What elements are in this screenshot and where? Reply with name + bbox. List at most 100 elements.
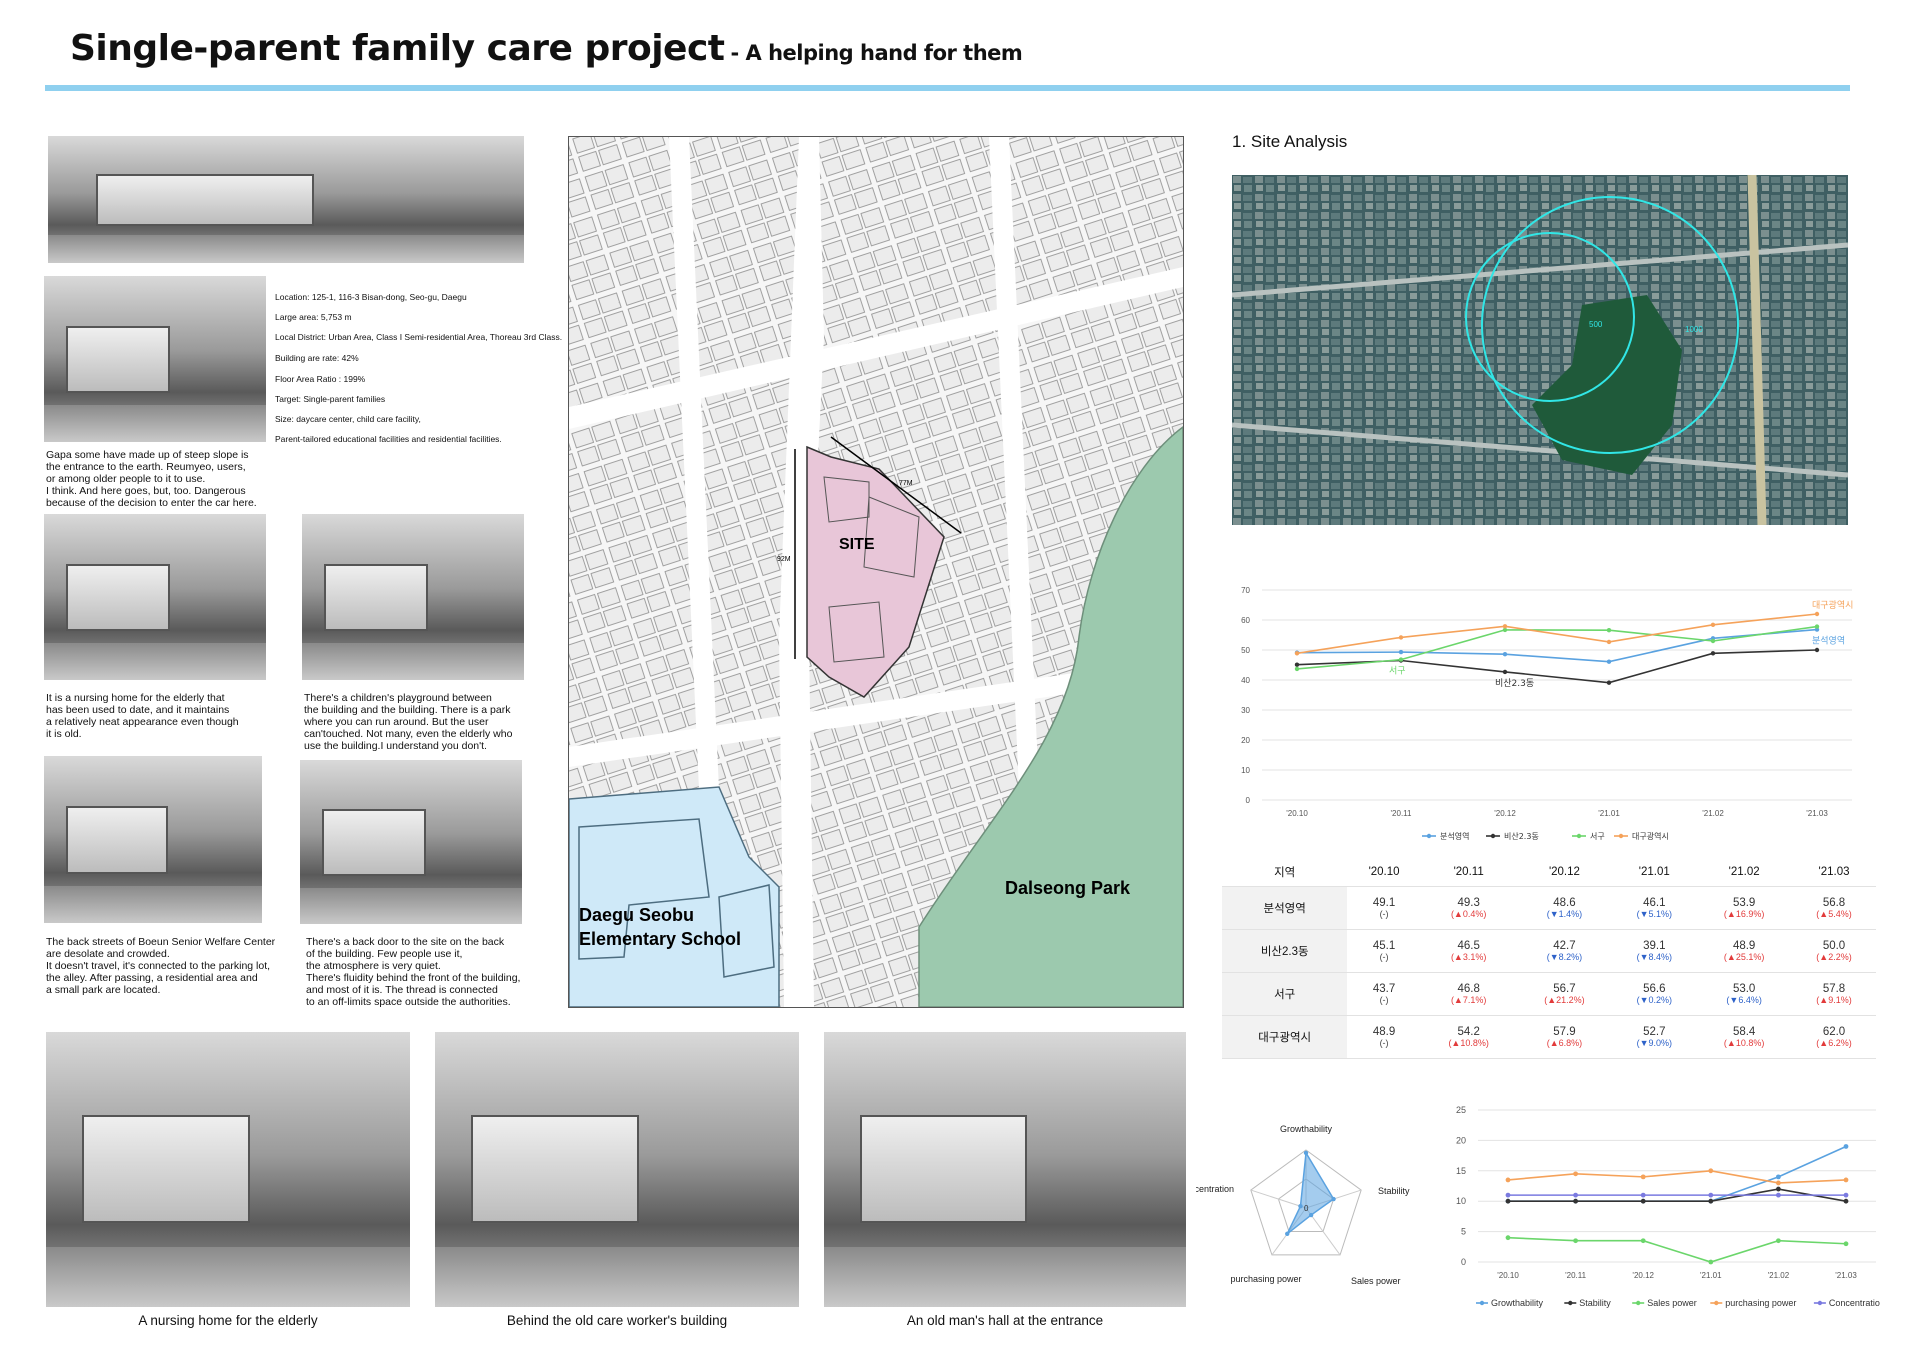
y-tick-label: 70 [1241,586,1250,595]
y-tick-label: 30 [1241,706,1250,715]
x-tick-label: '21.02 [1702,809,1724,818]
cell-change: (-) [1379,995,1389,1005]
site-label: SITE [839,536,875,553]
cell-change: (▲5.4%) [1816,909,1852,919]
x-tick-label: '20.12 [1494,809,1516,818]
cell-change: (▲10.8%) [1723,1038,1765,1048]
table-cell: 46.8 (▲7.1%) [1420,972,1517,1016]
x-tick-label: '21.01 [1700,1271,1722,1280]
legend-label: 서구 [1590,832,1605,841]
data-point [1843,1198,1849,1204]
x-tick-label: '21.02 [1768,1271,1790,1280]
cell-value: 57.9 [1553,1026,1576,1038]
cell-change: (▼1.4%) [1546,909,1583,919]
back-door-photo [300,760,522,924]
table-cell: 56.7 (▲21.2%) [1516,972,1613,1016]
cell-value: 54.2 [1457,1026,1480,1038]
table-cell: 42.7 (▼8.2%) [1516,929,1613,973]
back-street-photo [44,756,262,923]
table-row-label: 서구 [1222,972,1348,1016]
playground-caption: There's a children's playground between … [304,692,513,752]
cell-value: 53.9 [1732,897,1756,909]
nursing-caption: It is a nursing home for the elderly tha… [46,692,239,740]
dimension-top: 77M [899,480,913,487]
x-tick-label: '21.01 [1598,809,1620,818]
cell-value: 46.1 [1643,897,1666,909]
y-tick-label: 20 [1241,736,1250,745]
radar-axis-label: purchasing power [1230,1274,1301,1284]
panorama-photo [48,136,524,263]
data-point [1606,639,1612,645]
y-tick-label: 0 [1461,1257,1466,1267]
cell-change: (▲21.2%) [1544,995,1585,1005]
cell-change: (▼5.1%) [1636,909,1672,919]
data-point [1814,647,1820,653]
legend-label: Concentration [1829,1298,1880,1308]
y-tick-label: 10 [1241,766,1250,775]
data-point [1573,1198,1578,1204]
legend-label: Stability [1579,1298,1611,1308]
cell-change: (-) [1379,909,1389,919]
table-cell: 54.2 (▲10.8%) [1420,1015,1517,1059]
cell-change: (▲2.2%) [1816,952,1852,962]
data-point [1573,1238,1578,1244]
data-point [1398,657,1404,662]
series-annotation: 서구 [1389,666,1406,677]
radius-label-inner: 500 [1589,320,1603,329]
table-header-month: '21.02 [1696,858,1793,887]
nursing-home-caption: A nursing home for the elderly [138,1313,318,1328]
info-area: Large area: 5,753 m [275,312,352,322]
data-point [1573,1171,1578,1177]
data-point [1640,1198,1646,1204]
title-underline [45,85,1850,91]
cell-value: 39.1 [1643,940,1666,952]
table-header-month: '21.03 [1792,858,1876,887]
table-cell: 48.9 (▲25.1%) [1696,929,1793,973]
series-line [1296,649,1818,684]
table-cell: 46.5 (▲3.1%) [1420,929,1517,973]
table-cell: 50.0 (▲2.2%) [1792,929,1876,973]
cell-value: 49.1 [1372,897,1396,909]
table-row-label: 비산2.3동 [1222,929,1348,973]
cell-value: 62.0 [1822,1026,1846,1038]
table-cell: 53.9 (▲16.9%) [1696,886,1793,930]
cell-change: (▼8.2%) [1546,952,1583,962]
data-point [1776,1174,1781,1180]
series-line [1507,1236,1847,1263]
y-tick-label: 40 [1241,676,1250,685]
cell-value: 58.4 [1732,1026,1756,1038]
cell-value: 48.9 [1372,1026,1396,1038]
legend-label: 대구광역시 [1632,831,1669,841]
table-header-region: 지역 [1222,858,1348,887]
aerial-map-drawing: 500 1000 [1232,175,1848,525]
table-cell: 46.1 (▼5.1%) [1612,886,1697,930]
cell-change: (▲10.8%) [1448,1038,1489,1048]
info-district: Local District: Urban Area, Class I Semi… [275,332,563,342]
radar-axis-label: Sales power [1351,1276,1401,1286]
table-header-month: '20.11 [1420,858,1517,887]
aerial-map: 500 1000 [1232,175,1848,525]
data-point [1776,1186,1781,1192]
data-point [1606,659,1612,664]
table-cell: 48.6 (▼1.4%) [1516,886,1613,930]
data-point [1573,1192,1578,1198]
data-point [1708,1259,1714,1265]
legend-marker [1636,1300,1641,1306]
data-point [1843,1192,1849,1198]
table-row: 서구 43.7 (-) 46.8 (▲7.1%) 56.7 (▲21.2%) 56.6 (▼0.… [1222,972,1876,1016]
radar-point [1331,1196,1336,1202]
data-point [1294,662,1300,667]
table-cell: 56.6 (▼0.2%) [1612,972,1697,1016]
legend-label: 분석영역 [1440,831,1469,841]
legend-marker [1479,1300,1485,1306]
table-cell: 45.1 (-) [1347,929,1421,973]
radar-point [1298,1204,1303,1209]
cell-change: (▼6.4%) [1726,995,1762,1005]
data-point [1640,1192,1646,1198]
cell-value: 46.8 [1457,983,1480,995]
table-cell: 56.8 (▲5.4%) [1792,886,1876,930]
data-point [1814,624,1820,629]
data-point [1843,1241,1849,1247]
data-point [1505,1235,1511,1241]
table-row: 분석영역 49.1 (-) 49.3 (▲0.4%) 48.6 (▼1.4%) 46.1 (▼5… [1222,886,1876,930]
